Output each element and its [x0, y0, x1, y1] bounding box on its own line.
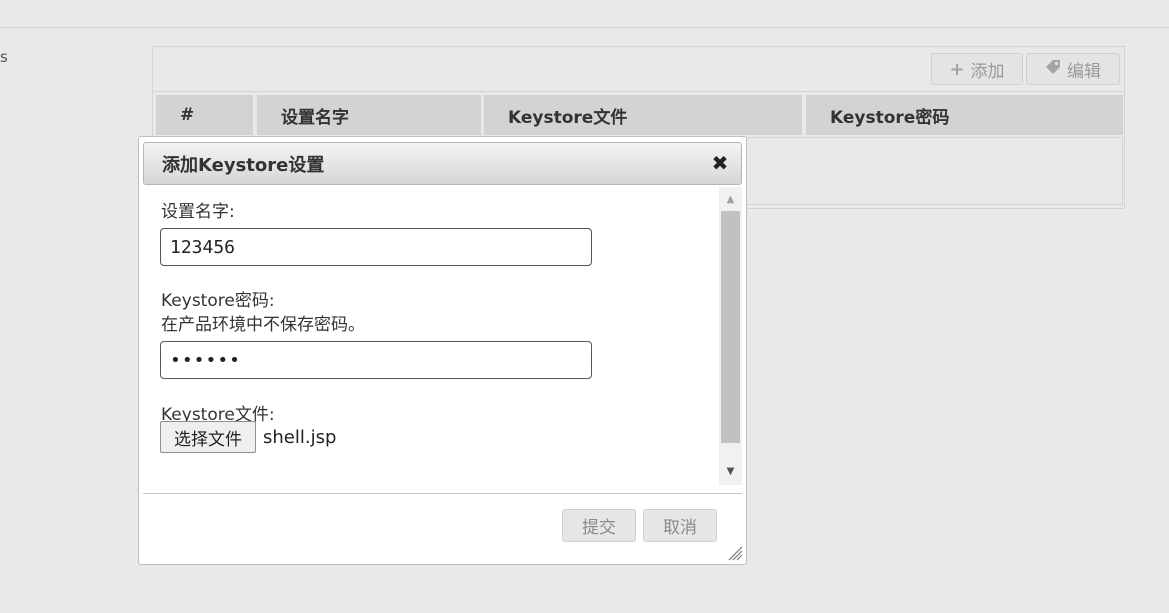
- left-edge-text: s: [0, 48, 8, 66]
- dialog-title: 添加Keystore设置: [162, 154, 325, 176]
- dialog-content: 设置名字: Keystore密码: 在产品环境中不保存密码。 Keystore文…: [143, 187, 742, 485]
- tag-icon: [1045, 59, 1061, 80]
- edit-button-label: 编辑: [1067, 61, 1101, 82]
- password-label: Keystore密码:: [161, 291, 275, 311]
- page: s + 添加 编辑 # 设置名字 Keystore文件 Keystore密码 添…: [0, 0, 1169, 613]
- scroll-down-arrow-icon[interactable]: ▼: [719, 461, 742, 481]
- choose-file-button[interactable]: 选择文件: [160, 421, 256, 453]
- top-divider: [0, 27, 1169, 28]
- column-header-password[interactable]: Keystore密码: [806, 95, 1123, 135]
- password-note: 在产品环境中不保存密码。: [161, 315, 365, 335]
- file-name: shell.jsp: [263, 427, 337, 448]
- password-input[interactable]: [160, 341, 592, 379]
- column-header-name[interactable]: 设置名字: [257, 95, 481, 135]
- name-label: 设置名字:: [161, 202, 235, 222]
- edit-button[interactable]: 编辑: [1026, 53, 1120, 85]
- add-button-label: 添加: [970, 61, 1005, 82]
- toolbar-divider: [153, 91, 1124, 92]
- resize-grip-icon[interactable]: [725, 543, 743, 561]
- scroll-thumb[interactable]: [721, 211, 740, 443]
- plus-icon: +: [949, 58, 965, 80]
- submit-button[interactable]: 提交: [562, 509, 636, 542]
- add-keystore-dialog: 添加Keystore设置 ✖ 设置名字: Keystore密码: 在产品环境中不…: [138, 136, 747, 565]
- scroll-up-arrow-icon[interactable]: ▲: [719, 189, 742, 209]
- column-header-file[interactable]: Keystore文件: [484, 95, 802, 135]
- cancel-button[interactable]: 取消: [643, 509, 717, 542]
- dialog-header[interactable]: 添加Keystore设置 ✖: [143, 142, 742, 185]
- add-button[interactable]: + 添加: [931, 53, 1023, 85]
- footer-divider: [143, 493, 742, 494]
- name-input[interactable]: [160, 228, 592, 266]
- close-icon[interactable]: ✖: [709, 151, 731, 175]
- dialog-scrollbar[interactable]: ▲ ▼: [719, 187, 742, 485]
- column-header-number[interactable]: #: [156, 95, 253, 135]
